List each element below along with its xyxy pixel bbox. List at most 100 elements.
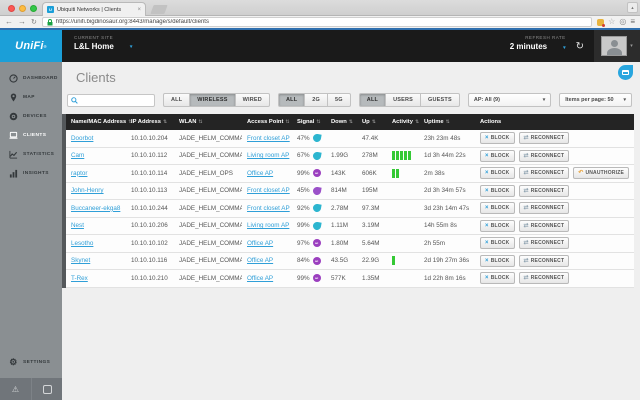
new-tab-button[interactable] [150,5,167,14]
back-icon[interactable]: ← [5,18,13,26]
access-point-link[interactable]: Office AP [247,257,273,264]
alerts-button[interactable]: ⚠ [0,378,31,400]
block-button[interactable]: ×BLOCK [480,220,515,232]
block-button[interactable]: ×BLOCK [480,255,515,267]
reconnect-button[interactable]: ⇄RECONNECT [519,185,570,197]
block-button[interactable]: ×BLOCK [480,185,515,197]
block-icon: × [485,153,489,159]
client-name-link[interactable]: Skynet [71,257,90,264]
reconnect-button[interactable]: ⇄RECONNECT [519,255,570,267]
sidebar-item-devices[interactable]: DEVICES [0,107,62,126]
filter-band-5g[interactable]: 5G [328,93,351,107]
filter-connection-wired[interactable]: WIRED [236,93,270,107]
access-point-link[interactable]: Office AP [247,275,273,282]
block-button[interactable]: ×BLOCK [480,237,515,249]
client-name-link[interactable]: Nest [71,222,84,229]
items-per-page-dropdown[interactable]: Items per page: 50 ▾ [559,93,632,107]
access-point-link[interactable]: Office AP [247,170,273,177]
browser-menu-icon[interactable]: ≡ [630,18,635,26]
ap-filter-dropdown[interactable]: AP: All (9) ▾ [468,93,551,107]
address-field[interactable]: https://unifi.bigdinosaur.org:8443/manag… [42,17,592,27]
filter-connection-wireless[interactable]: WIRELESS [190,93,235,107]
sidebar-item-statistics[interactable]: STATISTICS [0,145,62,164]
close-window-button[interactable] [8,5,15,12]
browser-extra-icon[interactable]: ◎ [619,18,626,26]
access-point-link[interactable]: Living room AP [247,222,289,229]
client-name-link[interactable]: T-Rex [71,275,88,282]
chevron-down-icon[interactable]: ▾ [563,45,566,51]
reconnect-button[interactable]: ⇄RECONNECT [519,167,570,179]
col-header-up[interactable]: Up⇅ [357,119,387,125]
refresh-rate-selector[interactable]: REFRESH RATE 2 minutes▾ [510,30,566,62]
client-name-link[interactable]: Doorbot [71,135,93,142]
reconnect-button[interactable]: ⇄RECONNECT [519,237,570,249]
col-header-signal[interactable]: Signal⇅ [292,119,326,125]
filter-connection-all[interactable]: ALL [163,93,190,107]
access-point-link[interactable]: Living room AP [247,152,289,159]
col-header-ap[interactable]: Access Point⇅ [242,119,292,125]
reconnect-button[interactable]: ⇄RECONNECT [519,272,570,284]
dashboard-icon [9,74,18,83]
events-button[interactable] [31,378,62,400]
forward-icon[interactable]: → [18,18,26,26]
reconnect-button[interactable]: ⇄RECONNECT [519,220,570,232]
reconnect-button[interactable]: ⇄RECONNECT [519,150,570,162]
site-selector[interactable]: CURRENT SITE L&L Home▾ [74,30,132,62]
client-ip: 10.10.10.112 [126,152,174,159]
filter-band-2g[interactable]: 2G [305,93,328,107]
refresh-icon[interactable]: ↻ [576,41,584,52]
user-menu[interactable]: ▾ [594,30,640,62]
tab-close-icon[interactable]: × [137,7,141,13]
col-header-name[interactable]: Name/MAC Address⇅ [66,119,126,125]
activity-meter [387,256,419,265]
unauthorize-button[interactable]: ↶UNAUTHORIZE [573,167,629,179]
reconnect-button[interactable]: ⇄RECONNECT [519,202,570,214]
sidebar-item-clients[interactable]: CLIENTS [0,126,62,145]
access-point-link[interactable]: Front closet AP [247,135,290,142]
client-wlan: JADE_HELM_COMMAND [174,275,242,282]
sort-icon: ⇅ [372,119,376,125]
col-header-wlan[interactable]: WLAN⇅ [174,119,242,125]
client-ip: 10.10.10.114 [126,170,174,177]
reload-icon[interactable]: ↻ [31,19,37,26]
col-header-down[interactable]: Down⇅ [326,119,357,125]
block-button[interactable]: ×BLOCK [480,272,515,284]
col-header-uptime[interactable]: Uptime⇅ [419,119,475,125]
chevron-down-icon[interactable]: ▾ [630,43,633,49]
reconnect-button[interactable]: ⇄RECONNECT [519,132,570,144]
access-point-link[interactable]: Front closet AP [247,187,290,194]
down-bytes: 1.11M [326,222,357,229]
sidebar-item-map[interactable]: MAP [0,88,62,107]
client-name-link[interactable]: John-Henry [71,187,104,194]
chat-bubble-button[interactable] [618,65,633,80]
zoom-window-button[interactable] [30,5,37,12]
sidebar-bottom-bar: ⚠ [0,378,62,400]
sidebar-item-settings[interactable]: ⚙ SETTINGS [0,353,62,372]
sidebar-item-dashboard[interactable]: DASHBOARD [0,69,62,88]
block-button[interactable]: ×BLOCK [480,202,515,214]
access-point-link[interactable]: Front closet AP [247,205,290,212]
client-name-link[interactable]: Cam [71,152,84,159]
client-name-link[interactable]: Buccaneer-ekga8 [71,205,120,212]
sidebar-item-insights[interactable]: INSIGHTS [0,164,62,183]
search-input[interactable] [81,97,151,103]
filter-audience-guests[interactable]: GUESTS [421,93,460,107]
col-header-activity[interactable]: Activity⇅ [387,119,419,125]
access-point-link[interactable]: Office AP [247,240,273,247]
minimize-window-button[interactable] [19,5,26,12]
filter-band-all[interactable]: ALL [278,93,305,107]
browser-tab[interactable]: U Ubiquiti Networks | Clients × [42,2,146,16]
client-name-link[interactable]: raptor [71,170,87,177]
scroll-up-icon[interactable]: ▲ [627,2,638,13]
bookmark-star-icon[interactable]: ☆ [608,18,615,26]
block-button[interactable]: ×BLOCK [480,150,515,162]
search-box[interactable] [67,94,155,107]
block-button[interactable]: ×BLOCK [480,167,515,179]
uptime: 2h 55m [419,240,475,247]
filter-audience-all[interactable]: ALL [359,93,386,107]
col-header-ip[interactable]: IP Address⇅ [126,119,174,125]
block-button[interactable]: ×BLOCK [480,132,515,144]
client-name-link[interactable]: Lesotho [71,240,93,247]
filter-audience-users[interactable]: USERS [386,93,421,107]
extension-icon[interactable] [597,19,604,26]
